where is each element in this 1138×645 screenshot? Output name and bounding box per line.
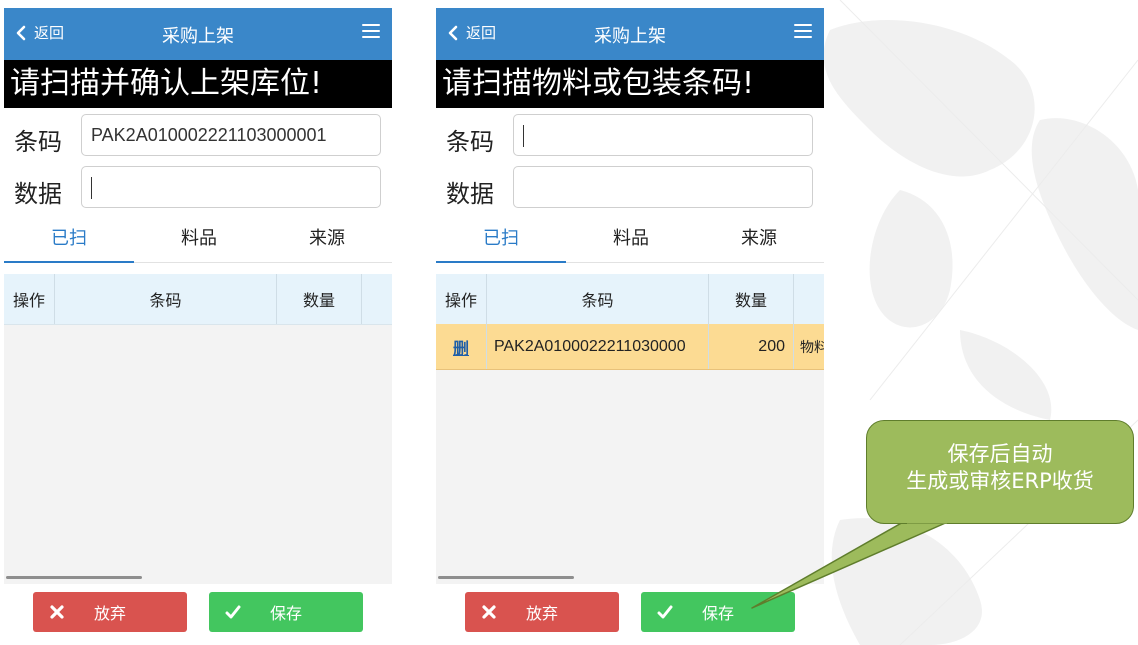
horizontal-scrollbar[interactable] xyxy=(438,576,574,579)
save-button[interactable]: 保存 xyxy=(641,592,795,632)
scanned-grid: 操作 条码 数量 xyxy=(4,274,392,584)
back-button[interactable]: 返回 xyxy=(446,22,496,43)
back-label: 返回 xyxy=(466,24,497,42)
data-label: 数据 xyxy=(446,180,494,208)
save-label: 保存 xyxy=(269,604,302,623)
scanned-grid: 操作 条码 数量 删 PAK2A0100022211030000 200 物料 xyxy=(436,274,824,584)
save-label: 保存 xyxy=(701,604,734,623)
header-action: 操作 xyxy=(12,291,45,310)
text-caret xyxy=(91,177,92,200)
tab-scanned[interactable]: 已扫 xyxy=(436,222,566,263)
abandon-button[interactable]: 放弃 xyxy=(465,592,619,632)
right-phone-screen: 返回 采购上架 请扫描物料或包装条码! 条码 数据 已扫 料品 来源 操作 条码… xyxy=(436,8,824,645)
callout-line-1: 保存后自动 xyxy=(947,442,1053,466)
tab-scanned[interactable]: 已扫 xyxy=(4,222,134,263)
grid-header: 操作 条码 数量 xyxy=(436,274,824,325)
back-button[interactable]: 返回 xyxy=(14,22,64,43)
tab-items[interactable]: 料品 xyxy=(566,222,696,261)
callout-line-2: 生成或审核ERP收货 xyxy=(906,469,1094,493)
hamburger-menu-icon[interactable] xyxy=(794,24,812,38)
callout-note: 保存后自动 生成或审核ERP收货 xyxy=(866,420,1134,524)
header-extra xyxy=(361,274,392,324)
text-caret xyxy=(523,125,524,148)
header-qty: 数量 xyxy=(708,274,793,324)
table-row[interactable]: 删 PAK2A0100022211030000 200 物料 xyxy=(436,324,824,370)
header-extra xyxy=(793,274,824,324)
tab-items[interactable]: 料品 xyxy=(134,222,264,261)
tab-bar: 已扫 料品 来源 xyxy=(436,222,824,263)
barcode-label: 条码 xyxy=(14,128,62,156)
chevron-left-icon xyxy=(16,25,26,40)
header-qty: 数量 xyxy=(276,274,361,324)
tab-source[interactable]: 来源 xyxy=(694,222,824,261)
delete-link[interactable]: 删 xyxy=(436,324,486,369)
instruction-banner: 请扫描物料或包装条码! xyxy=(436,60,824,108)
barcode-value: PAK2A010002221103000001 xyxy=(91,125,327,145)
header-action: 操作 xyxy=(444,291,477,310)
nav-bar: 返回 采购上架 xyxy=(436,8,824,60)
row-barcode: PAK2A0100022211030000 xyxy=(486,324,708,369)
chevron-left-icon xyxy=(448,25,458,40)
back-label: 返回 xyxy=(34,24,65,42)
header-barcode: 条码 xyxy=(54,274,276,324)
tab-bar: 已扫 料品 来源 xyxy=(4,222,392,263)
abandon-label: 放弃 xyxy=(93,604,126,623)
left-phone-screen: 返回 采购上架 请扫描并确认上架库位! 条码 PAK2A010002221103… xyxy=(4,8,392,645)
horizontal-scrollbar[interactable] xyxy=(6,576,142,579)
delete-label[interactable]: 删 xyxy=(453,335,469,359)
row-qty: 200 xyxy=(708,324,793,369)
abandon-button[interactable]: 放弃 xyxy=(33,592,187,632)
hamburger-menu-icon[interactable] xyxy=(362,24,380,38)
header-barcode: 条码 xyxy=(486,274,708,324)
nav-bar: 返回 采购上架 xyxy=(4,8,392,60)
data-input[interactable] xyxy=(81,166,381,208)
barcode-label: 条码 xyxy=(446,128,494,156)
data-input[interactable] xyxy=(513,166,813,208)
barcode-input[interactable] xyxy=(513,114,813,156)
data-label: 数据 xyxy=(14,180,62,208)
tab-source[interactable]: 来源 xyxy=(262,222,392,261)
row-extra: 物料 xyxy=(793,324,824,369)
barcode-input[interactable]: PAK2A010002221103000001 xyxy=(81,114,381,156)
instruction-banner: 请扫描并确认上架库位! xyxy=(4,60,392,108)
grid-header: 操作 条码 数量 xyxy=(4,274,392,325)
abandon-label: 放弃 xyxy=(525,604,558,623)
save-button[interactable]: 保存 xyxy=(209,592,363,632)
